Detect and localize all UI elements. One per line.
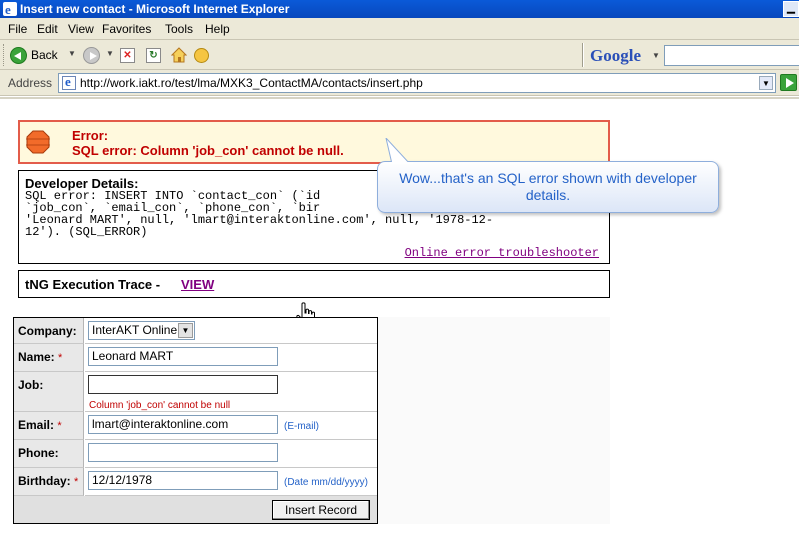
birthday-label: Birthday: * xyxy=(14,468,84,496)
callout-text: Wow...that's an SQL error shown with dev… xyxy=(399,170,697,203)
google-toolbar-logo[interactable]: Google xyxy=(590,46,641,66)
birthday-hint: (Date mm/dd/yyyy) xyxy=(284,477,368,488)
menu-favorites[interactable]: Favorites xyxy=(102,22,151,36)
home-icon[interactable] xyxy=(171,47,187,63)
company-label: Company: xyxy=(14,318,84,344)
birthday-cell: 12/12/1978 (Date mm/dd/yyyy) xyxy=(85,468,377,496)
company-cell: InterAKT Online ▼ xyxy=(85,318,377,344)
address-dropdown-icon[interactable]: ▼ xyxy=(759,76,773,90)
menu-help[interactable]: Help xyxy=(205,22,230,36)
chevron-down-icon[interactable]: ▼ xyxy=(178,323,193,338)
company-selected-value: InterAKT Online xyxy=(92,323,178,337)
phone-input[interactable] xyxy=(88,443,278,462)
form-row-phone: Phone: xyxy=(14,440,377,468)
form-row-company: Company: InterAKT Online ▼ xyxy=(14,318,377,344)
toolbar-separator xyxy=(582,43,584,67)
window-title-bar[interactable]: e Insert new contact - Microsoft Interne… xyxy=(0,0,799,18)
menu-tools[interactable]: Tools xyxy=(165,22,193,36)
required-marker: * xyxy=(58,352,63,364)
google-dropdown-icon[interactable]: ▼ xyxy=(652,51,660,60)
insert-contact-form: Company: InterAKT Online ▼ Name: * Leona… xyxy=(13,317,378,524)
email-hint: (E-mail) xyxy=(284,421,319,432)
required-marker: * xyxy=(74,476,79,488)
form-row-job: Job: Column 'job_con' cannot be null xyxy=(14,372,377,412)
phone-label: Phone: xyxy=(14,440,84,468)
refresh-icon[interactable]: ↻ xyxy=(146,48,161,63)
job-input[interactable] xyxy=(88,375,278,394)
internet-explorer-icon: e xyxy=(3,2,17,16)
troubleshooter-link[interactable]: Online error troubleshooter xyxy=(405,246,599,260)
birthday-input[interactable]: 12/12/1978 xyxy=(88,471,278,490)
job-error-message: Column 'job_con' cannot be null xyxy=(89,400,231,411)
error-message: SQL error: Column 'job_con' cannot be nu… xyxy=(72,143,344,158)
standard-toolbar: Back ▼ ▼ ✕ ↻ Google ▼ xyxy=(0,40,799,70)
window-title: Insert new contact - Microsoft Internet … xyxy=(20,2,290,16)
form-row-birthday: Birthday: * 12/12/1978 (Date mm/dd/yyyy) xyxy=(14,468,377,496)
svg-text:e: e xyxy=(5,2,11,16)
address-label: Address xyxy=(8,76,53,90)
google-search-input[interactable] xyxy=(664,45,799,66)
back-button[interactable]: Back xyxy=(31,48,58,62)
required-marker: * xyxy=(57,420,62,432)
form-row-email: Email: * lmart@interaktonline.com (E-mai… xyxy=(14,412,377,440)
company-select[interactable]: InterAKT Online ▼ xyxy=(88,321,195,340)
menu-bar: File Edit View Favorites Tools Help xyxy=(0,18,799,40)
forward-history-dropdown-icon[interactable]: ▼ xyxy=(106,49,114,58)
developer-line: 12'). (SQL_ERROR) xyxy=(25,225,148,239)
address-bar: Address http://work.iakt.ro/test/lma/MXK… xyxy=(0,70,799,96)
annotation-callout: Wow...that's an SQL error shown with dev… xyxy=(377,138,719,213)
email-input[interactable]: lmart@interaktonline.com xyxy=(88,415,278,434)
page-icon xyxy=(62,74,76,90)
trace-label: tNG Execution Trace - xyxy=(25,277,161,292)
insert-record-button[interactable]: Insert Record xyxy=(272,500,370,520)
job-cell: Column 'job_con' cannot be null xyxy=(85,372,377,412)
menu-view[interactable]: View xyxy=(68,22,94,36)
menu-edit[interactable]: Edit xyxy=(37,22,58,36)
email-label: Email: * xyxy=(14,412,84,440)
toolbar-grip xyxy=(3,44,6,66)
callout-pointer xyxy=(385,138,413,164)
go-arrow-icon[interactable] xyxy=(780,74,797,91)
phone-cell xyxy=(85,440,377,468)
error-panel: Error: SQL error: Column 'job_con' canno… xyxy=(18,120,610,164)
page-background-strip xyxy=(378,317,610,524)
error-stop-icon xyxy=(26,130,50,154)
job-label: Job: xyxy=(14,372,84,412)
execution-trace-panel: tNG Execution Trace - VIEW xyxy=(18,270,610,298)
minimize-icon[interactable]: ▁ xyxy=(783,1,799,17)
trace-view-link[interactable]: VIEW xyxy=(181,277,214,292)
forward-arrow-icon[interactable] xyxy=(83,47,100,64)
name-label: Name: * xyxy=(14,344,84,372)
email-cell: lmart@interaktonline.com (E-mail) xyxy=(85,412,377,440)
stop-icon[interactable]: ✕ xyxy=(120,48,135,63)
media-icon[interactable] xyxy=(194,48,209,63)
form-row-name: Name: * Leonard MART xyxy=(14,344,377,372)
address-input[interactable]: http://work.iakt.ro/test/lma/MXK3_Contac… xyxy=(58,73,776,93)
address-url[interactable]: http://work.iakt.ro/test/lma/MXK3_Contac… xyxy=(80,76,423,90)
content-top-border xyxy=(0,97,799,99)
back-history-dropdown-icon[interactable]: ▼ xyxy=(68,49,76,58)
form-footer: Insert Record xyxy=(14,496,377,523)
name-cell: Leonard MART xyxy=(85,344,377,372)
name-input[interactable]: Leonard MART xyxy=(88,347,278,366)
back-arrow-icon[interactable] xyxy=(10,47,27,64)
menu-file[interactable]: File xyxy=(8,22,27,36)
error-heading: Error: xyxy=(72,128,109,143)
